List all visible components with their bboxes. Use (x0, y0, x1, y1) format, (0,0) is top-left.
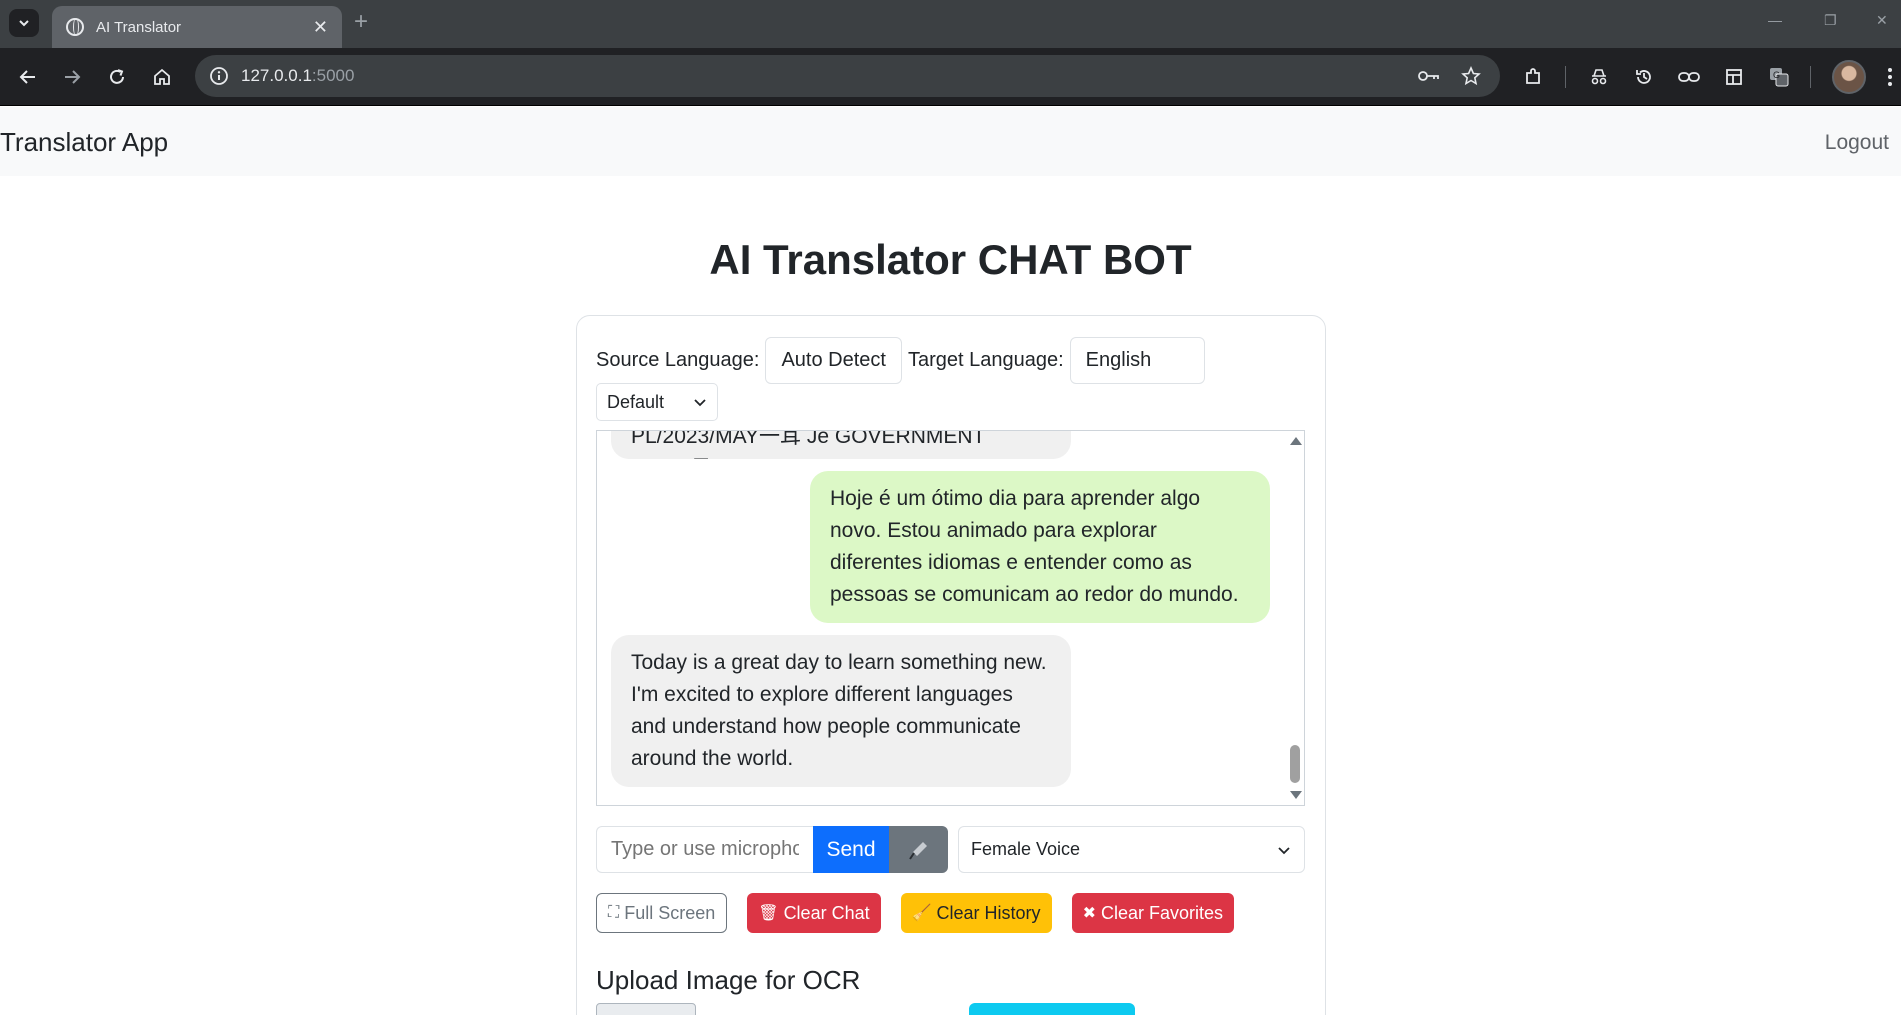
toolbar-divider (1565, 66, 1566, 88)
wastebasket-icon: 🗑 (758, 905, 779, 922)
language-row: Source Language: Auto Detect Target Lang… (596, 337, 1211, 384)
translate-icon[interactable]: G (1765, 63, 1793, 91)
app-navbar: Translator App Logout (0, 107, 1901, 176)
message-input-group: Send (596, 826, 948, 873)
extensions-icon[interactable] (1519, 63, 1547, 91)
action-buttons: ⛶ Full Screen 🗑 Clear Chat 🧹 Clear Histo… (596, 893, 1254, 933)
close-window-icon[interactable]: ✕ (1876, 12, 1888, 29)
back-icon[interactable] (14, 63, 42, 91)
scroll-up-icon[interactable] (1290, 437, 1302, 445)
target-language-label: Target Language: (907, 349, 1064, 371)
ocr-submit-button[interactable] (969, 1003, 1135, 1015)
address-bar[interactable]: 127.0.0.1:5000 (195, 55, 1500, 97)
brand-link[interactable]: Translator App (0, 127, 168, 158)
clear-favorites-button[interactable]: ✖ Clear Favorites (1071, 893, 1235, 933)
chat-scrollbar[interactable] (1286, 431, 1304, 805)
mode-select-value: Default (607, 391, 665, 412)
chevron-down-icon (1278, 846, 1290, 854)
fullscreen-icon: ⛶ (608, 904, 620, 921)
browser-tab[interactable]: AI Translator ✕ (52, 6, 342, 48)
url-text: 127.0.0.1:5000 (241, 66, 355, 85)
tab-title: AI Translator (96, 18, 182, 36)
chat-message-user: Hoje é um ótimo dia para aprender algo n… (810, 471, 1270, 623)
cross-mark-icon: ✖ (1082, 905, 1096, 922)
reading-mode-icon[interactable] (1720, 63, 1748, 91)
svg-text:G: G (1773, 70, 1780, 80)
chat-message-bot: PL/2023/MAY一耳 Je GOVERNMENT 13/09(日) (611, 431, 1071, 459)
browser-tabstrip: AI Translator ✕ + — ❐ ✕ (0, 0, 1901, 48)
source-language-select[interactable]: Auto Detect (765, 337, 902, 384)
forward-icon[interactable] (58, 63, 86, 91)
chevron-down-icon (19, 20, 29, 27)
site-info-icon[interactable] (207, 64, 231, 88)
reload-icon[interactable] (103, 63, 131, 91)
link-icon[interactable] (1675, 63, 1703, 91)
scroll-thumb[interactable] (1290, 745, 1300, 783)
source-language-label: Source Language: (596, 349, 760, 371)
clear-history-button[interactable]: 🧹 Clear History (900, 893, 1052, 933)
choose-file-button[interactable] (596, 1003, 696, 1015)
target-language-select[interactable]: English (1069, 337, 1205, 384)
scroll-down-icon[interactable] (1290, 791, 1302, 799)
toolbar-divider (1810, 66, 1811, 88)
page-title: AI Translator CHAT BOT (709, 236, 1192, 283)
home-icon[interactable] (148, 63, 176, 91)
message-input[interactable] (596, 826, 813, 873)
mode-select[interactable]: Default (596, 383, 718, 421)
voice-select-value: Female Voice (971, 839, 1081, 859)
browser-toolbar: 127.0.0.1:5000 G (0, 48, 1901, 106)
profile-avatar[interactable] (1832, 60, 1866, 94)
new-tab-icon[interactable]: + (354, 10, 368, 34)
send-button[interactable]: Send (813, 826, 889, 873)
clear-chat-button[interactable]: 🗑 Clear Chat (747, 893, 881, 933)
more-menu-icon[interactable] (1876, 63, 1901, 91)
bookmark-star-icon[interactable] (1459, 64, 1483, 88)
globe-icon (66, 18, 84, 36)
microphone-icon (908, 841, 927, 860)
tab-search-button[interactable] (9, 9, 39, 37)
fullscreen-button[interactable]: ⛶ Full Screen (596, 893, 728, 933)
chevron-down-icon (694, 399, 706, 407)
chat-window[interactable]: PL/2023/MAY一耳 Je GOVERNMENT 13/09(日) Hoj… (596, 430, 1305, 806)
restore-icon[interactable]: ❐ (1824, 12, 1837, 29)
tab-close-icon[interactable]: ✕ (313, 18, 328, 36)
voice-select[interactable]: Female Voice (958, 826, 1305, 873)
translator-card: Source Language: Auto Detect Target Lang… (576, 315, 1326, 1015)
chat-message-bot: Today is a great day to learn something … (611, 635, 1071, 787)
broom-icon: 🧹 (911, 905, 932, 922)
minimize-icon[interactable]: — (1768, 12, 1782, 28)
microphone-button[interactable] (889, 826, 948, 873)
ocr-section-title: Upload Image for OCR (596, 965, 861, 995)
incognito-icon[interactable] (1585, 63, 1613, 91)
history-icon[interactable] (1630, 63, 1658, 91)
logout-link[interactable]: Logout (1825, 131, 1889, 155)
password-key-icon[interactable] (1417, 64, 1441, 88)
